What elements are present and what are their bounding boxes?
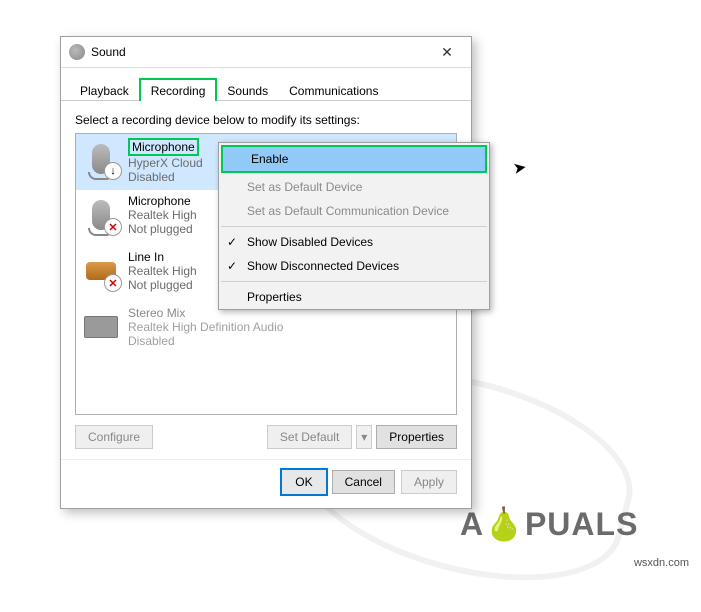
- properties-button[interactable]: Properties: [376, 425, 457, 449]
- ctx-enable[interactable]: Enable ➤: [223, 147, 485, 171]
- titlebar[interactable]: Sound ✕: [61, 37, 471, 68]
- microphone-icon: ↓: [80, 138, 122, 180]
- watermark-post: PUALS: [525, 506, 638, 542]
- close-button[interactable]: ✕: [427, 40, 467, 64]
- tab-communications[interactable]: Communications: [278, 79, 389, 101]
- context-menu: Enable ➤ Set as Default Device Set as De…: [218, 142, 490, 310]
- context-menu-highlight: Enable ➤: [221, 145, 487, 173]
- cursor-icon: ➤: [511, 157, 528, 179]
- configure-button[interactable]: Configure: [75, 425, 153, 449]
- watermark-pre: A: [460, 506, 484, 542]
- cancel-button[interactable]: Cancel: [332, 470, 395, 494]
- device-item-stereo-mix[interactable]: Stereo Mix Realtek High Definition Audio…: [76, 302, 456, 358]
- apply-button[interactable]: Apply: [401, 470, 457, 494]
- device-sub2: Disabled: [128, 170, 175, 184]
- tab-playback[interactable]: Playback: [69, 79, 140, 101]
- ctx-set-comm: Set as Default Communication Device: [219, 199, 489, 223]
- device-name: Microphone: [128, 138, 199, 156]
- credit-text: wsxdn.com: [634, 557, 689, 569]
- device-sub2: Disabled: [128, 334, 452, 348]
- ctx-show-disabled[interactable]: Show Disabled Devices: [219, 230, 489, 254]
- stereo-mix-icon: [80, 306, 122, 348]
- set-default-dropdown[interactable]: ▾: [356, 425, 372, 449]
- ctx-show-disconnected[interactable]: Show Disconnected Devices: [219, 254, 489, 278]
- ctx-enable-label: Enable: [251, 152, 288, 166]
- tab-row: Playback Recording Sounds Communications: [61, 68, 471, 101]
- dialog-button-row: OK Cancel Apply: [61, 459, 471, 508]
- list-button-row: Configure Set Default ▾ Properties: [75, 425, 457, 449]
- hint-text: Select a recording device below to modif…: [75, 113, 457, 127]
- ctx-separator: [221, 226, 487, 227]
- tab-recording[interactable]: Recording: [139, 78, 218, 101]
- ctx-separator: [221, 281, 487, 282]
- error-badge-icon: ✕: [104, 218, 122, 236]
- device-sub1: Realtek High Definition Audio: [128, 320, 452, 334]
- microphone-icon: ✕: [80, 194, 122, 236]
- ctx-set-default: Set as Default Device: [219, 175, 489, 199]
- watermark-mid: 🍐: [484, 506, 525, 542]
- watermark: A🍐PUALS: [460, 505, 638, 543]
- tab-sounds[interactable]: Sounds: [216, 79, 279, 101]
- line-in-icon: ✕: [80, 250, 122, 292]
- ok-button[interactable]: OK: [282, 470, 325, 494]
- speaker-icon: [69, 44, 85, 60]
- device-sub1: HyperX Cloud: [128, 156, 203, 170]
- error-badge-icon: ✕: [104, 274, 122, 292]
- device-text: Stereo Mix Realtek High Definition Audio…: [128, 306, 452, 348]
- set-default-button[interactable]: Set Default: [267, 425, 352, 449]
- ctx-properties[interactable]: Properties: [219, 285, 489, 309]
- window-title: Sound: [91, 45, 427, 59]
- down-arrow-badge-icon: ↓: [104, 162, 122, 180]
